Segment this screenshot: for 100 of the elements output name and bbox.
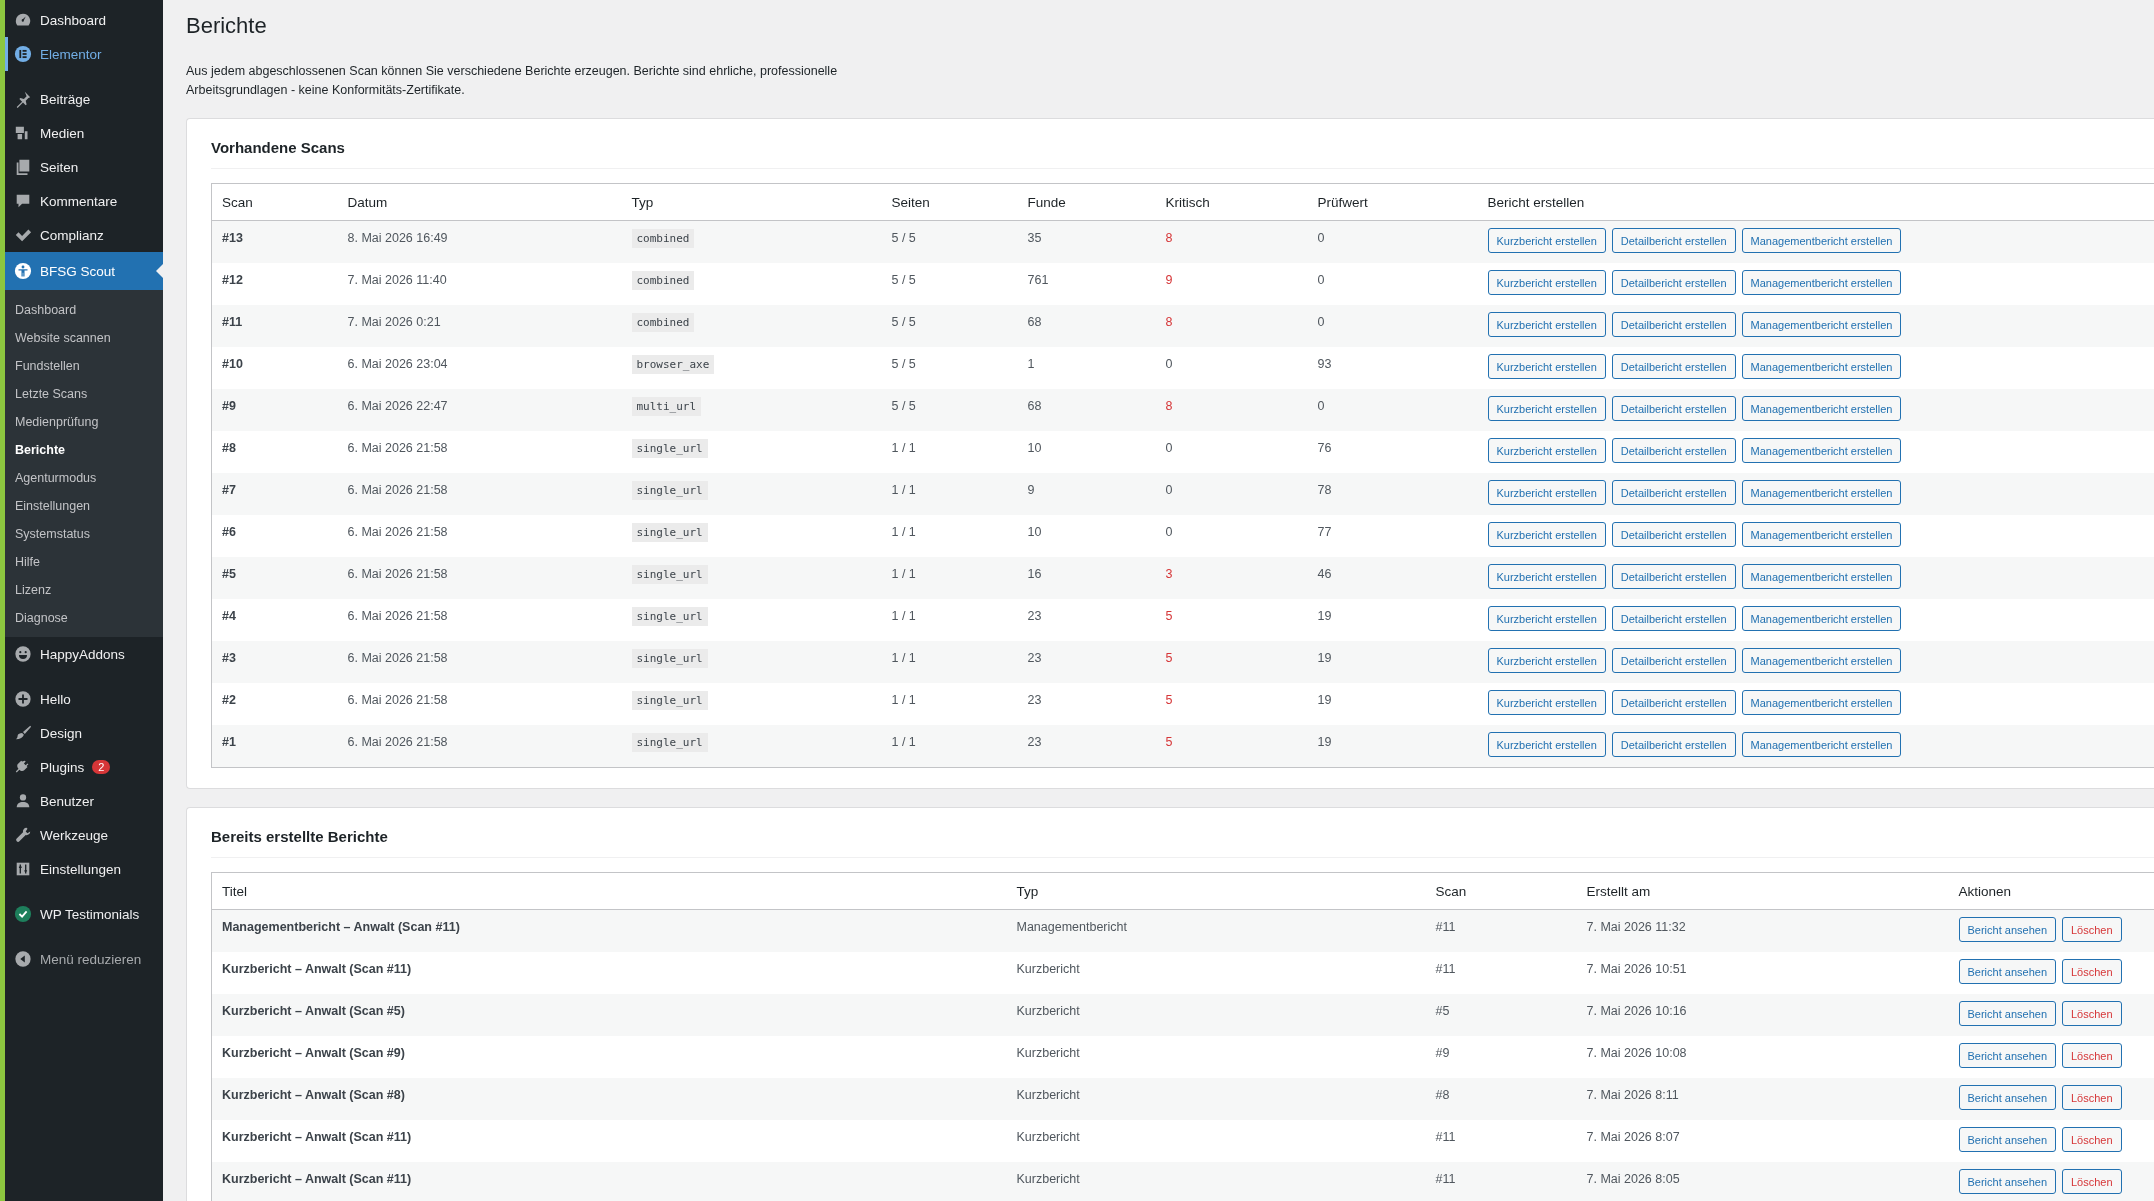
- sidebar-item[interactable]: HappyAddons: [5, 637, 163, 671]
- column-header: Scan: [211, 183, 338, 221]
- table-cell: #5: [1425, 994, 1577, 1036]
- create-report-button[interactable]: Detailbericht erstellen: [1611, 648, 1736, 673]
- delete-button[interactable]: Löschen: [2062, 1127, 2122, 1152]
- view-report-button[interactable]: Bericht ansehen: [1958, 1001, 2056, 1026]
- create-report-button[interactable]: Detailbericht erstellen: [1611, 522, 1736, 547]
- page-title: Berichte: [186, 12, 268, 40]
- delete-button[interactable]: Löschen: [2062, 959, 2122, 984]
- delete-button[interactable]: Löschen: [2062, 1169, 2122, 1194]
- sidebar-item[interactable]: WP Testimonials: [5, 897, 163, 931]
- view-report-button[interactable]: Bericht ansehen: [1958, 917, 2056, 942]
- create-report-button[interactable]: Kurzbericht erstellen: [1487, 732, 1606, 757]
- create-report-button[interactable]: Kurzbericht erstellen: [1487, 606, 1606, 631]
- sidebar-item[interactable]: Einstellungen: [5, 852, 163, 886]
- create-report-button[interactable]: Managementbericht erstellen: [1741, 270, 1902, 295]
- scan-type-code: multi_url: [631, 397, 702, 416]
- submenu-item[interactable]: Agenturmodus: [5, 464, 163, 492]
- sidebar-item[interactable]: Kommentare: [5, 184, 163, 218]
- create-report-button[interactable]: Detailbericht erstellen: [1611, 354, 1736, 379]
- view-report-button[interactable]: Bericht ansehen: [1958, 1043, 2056, 1068]
- sidebar-item[interactable]: Beiträge: [5, 82, 163, 116]
- create-report-button[interactable]: Detailbericht erstellen: [1611, 312, 1736, 337]
- create-report-button[interactable]: Managementbericht erstellen: [1741, 564, 1902, 589]
- create-report-button[interactable]: Managementbericht erstellen: [1741, 648, 1902, 673]
- table-cell: 6. Mai 2026 21:58: [337, 557, 622, 599]
- view-report-button[interactable]: Bericht ansehen: [1958, 1085, 2056, 1110]
- sidebar-item[interactable]: Dashboard: [5, 3, 163, 37]
- create-report-button[interactable]: Detailbericht erstellen: [1611, 396, 1736, 421]
- create-report-button[interactable]: Kurzbericht erstellen: [1487, 438, 1606, 463]
- submenu-item[interactable]: Fundstellen: [5, 352, 163, 380]
- delete-button[interactable]: Löschen: [2062, 1001, 2122, 1026]
- submenu-item[interactable]: Diagnose: [5, 604, 163, 632]
- create-report-button[interactable]: Detailbericht erstellen: [1611, 438, 1736, 463]
- sidebar-item[interactable]: Design: [5, 716, 163, 750]
- table-cell: Kurzbericht: [1006, 1120, 1426, 1162]
- table-cell: 23: [1017, 725, 1156, 768]
- view-report-button[interactable]: Bericht ansehen: [1958, 959, 2056, 984]
- scan-type-code: single_url: [631, 523, 708, 542]
- create-report-button[interactable]: Managementbericht erstellen: [1741, 690, 1902, 715]
- submenu-item[interactable]: Hilfe: [5, 548, 163, 576]
- create-report-button[interactable]: Managementbericht erstellen: [1741, 732, 1902, 757]
- create-report-button[interactable]: Managementbericht erstellen: [1741, 480, 1902, 505]
- view-report-button[interactable]: Bericht ansehen: [1958, 1169, 2056, 1194]
- accessibility-icon: [14, 262, 32, 280]
- create-report-button[interactable]: Managementbericht erstellen: [1741, 396, 1902, 421]
- create-report-button[interactable]: Kurzbericht erstellen: [1487, 396, 1606, 421]
- sidebar-item[interactable]: Medien: [5, 116, 163, 150]
- create-report-button[interactable]: Detailbericht erstellen: [1611, 480, 1736, 505]
- create-report-button[interactable]: Kurzbericht erstellen: [1487, 312, 1606, 337]
- create-report-button[interactable]: Detailbericht erstellen: [1611, 732, 1736, 757]
- sidebar-item[interactable]: Seiten: [5, 150, 163, 184]
- create-report-button[interactable]: Detailbericht erstellen: [1611, 270, 1736, 295]
- create-report-button[interactable]: Kurzbericht erstellen: [1487, 480, 1606, 505]
- create-report-button[interactable]: Kurzbericht erstellen: [1487, 228, 1606, 253]
- create-report-button[interactable]: Managementbericht erstellen: [1741, 312, 1902, 337]
- create-report-button[interactable]: Detailbericht erstellen: [1611, 228, 1736, 253]
- sidebar-item[interactable]: Werkzeuge: [5, 818, 163, 852]
- view-report-button[interactable]: Bericht ansehen: [1958, 1127, 2056, 1152]
- submenu-item[interactable]: Dashboard: [5, 296, 163, 324]
- table-cell: #10: [211, 347, 338, 389]
- submenu-item[interactable]: Letzte Scans: [5, 380, 163, 408]
- create-report-button[interactable]: Managementbericht erstellen: [1741, 522, 1902, 547]
- delete-button[interactable]: Löschen: [2062, 917, 2122, 942]
- table-cell: 0: [1307, 220, 1478, 263]
- table-cell: #5: [211, 557, 338, 599]
- submenu-item[interactable]: Einstellungen: [5, 492, 163, 520]
- table-cell: 5: [1155, 683, 1308, 725]
- submenu-item[interactable]: Berichte: [5, 436, 163, 464]
- sidebar-item[interactable]: BFSG Scout: [5, 252, 163, 290]
- submenu-item[interactable]: Website scannen: [5, 324, 163, 352]
- create-report-button[interactable]: Managementbericht erstellen: [1741, 438, 1902, 463]
- sidebar-item[interactable]: Hello: [5, 682, 163, 716]
- sidebar-item[interactable]: Complianz: [5, 218, 163, 252]
- create-report-button[interactable]: Kurzbericht erstellen: [1487, 354, 1606, 379]
- submenu-item[interactable]: Systemstatus: [5, 520, 163, 548]
- sidebar-item[interactable]: Benutzer: [5, 784, 163, 818]
- create-report-button[interactable]: Managementbericht erstellen: [1741, 606, 1902, 631]
- create-report-button[interactable]: Kurzbericht erstellen: [1487, 270, 1606, 295]
- create-report-button[interactable]: Kurzbericht erstellen: [1487, 522, 1606, 547]
- sidebar-item[interactable]: Elementor: [5, 37, 163, 71]
- table-cell: 23: [1017, 683, 1156, 725]
- create-report-button[interactable]: Detailbericht erstellen: [1611, 564, 1736, 589]
- create-report-button[interactable]: Kurzbericht erstellen: [1487, 648, 1606, 673]
- scan-type-code: combined: [631, 271, 695, 290]
- create-report-button[interactable]: Kurzbericht erstellen: [1487, 690, 1606, 715]
- create-report-button[interactable]: Detailbericht erstellen: [1611, 606, 1736, 631]
- delete-button[interactable]: Löschen: [2062, 1043, 2122, 1068]
- delete-button[interactable]: Löschen: [2062, 1085, 2122, 1110]
- collapse-menu-button[interactable]: Menü reduzieren: [5, 942, 163, 976]
- create-report-button[interactable]: Kurzbericht erstellen: [1487, 564, 1606, 589]
- create-report-button[interactable]: Managementbericht erstellen: [1741, 354, 1902, 379]
- sidebar-item[interactable]: Plugins 2: [5, 750, 163, 784]
- create-report-button[interactable]: Detailbericht erstellen: [1611, 690, 1736, 715]
- column-header: Funde: [1017, 183, 1156, 221]
- submenu-item[interactable]: Lizenz: [5, 576, 163, 604]
- create-report-button[interactable]: Managementbericht erstellen: [1741, 228, 1902, 253]
- table-cell: 6. Mai 2026 21:58: [337, 641, 622, 683]
- submenu-item[interactable]: Medienprüfung: [5, 408, 163, 436]
- page-description: Aus jedem abgeschlossenen Scan können Sie verschiedene Berichte erzeugen. Berichte sind ehrliche, professionelle Arbeitsgrundlagen - keine Konformitäts-Zertifikate.: [186, 63, 839, 99]
